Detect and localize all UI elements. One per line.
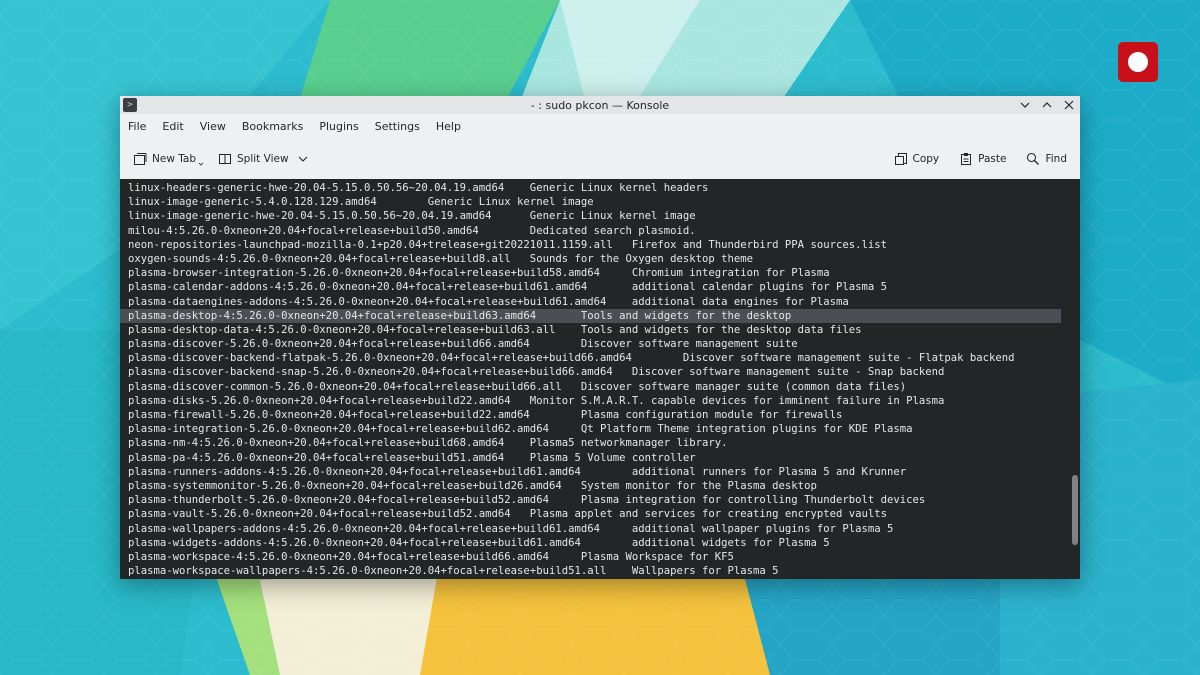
split-view-button[interactable]: Split View [213,149,313,169]
terminal-line: plasma-runners-addons-4:5.26.0-0xneon+20… [128,465,907,478]
split-view-label: Split View [237,153,289,165]
terminal-line: plasma-browser-integration-5.26.0-0xneon… [128,267,830,280]
terminal-line: plasma-calendar-addons-4:5.26.0-0xneon+2… [128,281,887,294]
search-icon [1027,152,1040,165]
terminal-line: plasma-workspace-wallpapers-4:5.26.0-0xn… [128,565,779,578]
terminal-line: neon-repositories-launchpad-mozilla-0.1+… [128,238,887,251]
terminal-line: plasma-dataengines-addons-4:5.26.0-0xneo… [128,295,849,308]
chevron-down-icon [1020,102,1030,108]
find-label: Find [1045,153,1067,165]
paste-icon [961,153,972,165]
terminal-line: plasma-discover-backend-flatpak-5.26.0-0… [128,352,1015,365]
record-dot-icon [1128,52,1148,72]
copy-button[interactable]: Copy [889,149,945,169]
split-view-icon [219,154,232,164]
window-title: - : sudo pkcon — Konsole [530,98,670,112]
menu-bar: File Edit View Bookmarks Plugins Setting… [120,114,1080,139]
terminal-line: plasma-integration-5.26.0-0xneon+20.04+f… [128,423,913,436]
menu-plugins[interactable]: Plugins [313,117,364,136]
close-button[interactable] [1062,98,1076,112]
konsole-app-icon[interactable]: > [123,98,137,112]
dropdown-indicator-icon [198,162,204,166]
terminal-line: plasma-workspace-4:5.26.0-0xneon+20.04+f… [128,550,734,563]
terminal-line: plasma-disks-5.26.0-0xneon+20.04+focal+r… [128,394,945,407]
terminal-line: plasma-wallpapers-addons-4:5.26.0-0xneon… [128,522,894,535]
title-bar[interactable]: > - : sudo pkcon — Konsole [120,96,1080,114]
find-button[interactable]: Find [1021,149,1072,169]
menu-help[interactable]: Help [430,117,467,136]
minimize-button[interactable] [1018,98,1032,112]
paste-label: Paste [978,153,1007,165]
menu-settings[interactable]: Settings [369,117,426,136]
terminal-line: plasma-thunderbolt-5.26.0-0xneon+20.04+f… [128,494,926,507]
screen-record-button[interactable] [1118,42,1158,82]
chevron-down-icon [298,156,307,162]
new-tab-label: New Tab [152,153,197,165]
terminal-line: plasma-discover-common-5.26.0-0xneon+20.… [128,380,907,393]
menu-file[interactable]: File [122,117,152,136]
terminal-line: oxygen-sounds-4:5.26.0-0xneon+20.04+foca… [128,252,754,265]
copy-icon [894,153,907,165]
terminal-line: plasma-widgets-addons-4:5.26.0-0xneon+20… [128,536,830,549]
terminal-line: milou-4:5.26.0-0xneon+20.04+focal+releas… [128,224,696,237]
terminal-line: linux-headers-generic-hwe-20.04-5.15.0.5… [128,182,709,194]
maximize-button[interactable] [1040,98,1054,112]
terminal-line: plasma-systemmonitor-5.26.0-0xneon+20.04… [128,479,817,492]
terminal-line: linux-image-generic-5.4.0.128.129.amd64 … [128,196,594,209]
new-tab-icon [134,153,147,165]
terminal-line: plasma-desktop-data-4:5.26.0-0xneon+20.0… [128,323,862,336]
toolbar: New Tab Split View Copy Paste Find [120,139,1080,179]
terminal-output: linux-headers-generic-hwe-20.04-5.15.0.5… [120,181,1061,578]
toolbar-right-group: Copy Paste Find [889,139,1073,179]
terminal-scrollbar[interactable] [1072,475,1078,545]
terminal-line: plasma-firewall-5.26.0-0xneon+20.04+foca… [128,409,843,421]
terminal-view[interactable]: linux-headers-generic-hwe-20.04-5.15.0.5… [120,179,1080,579]
window-controls [1018,96,1076,114]
terminal-line: linux-image-generic-hwe-20.04-5.15.0.50.… [128,210,696,223]
chevron-up-icon [1042,102,1052,108]
konsole-window: > - : sudo pkcon — Konsole File Edit Vie… [120,96,1080,579]
paste-button[interactable]: Paste [954,149,1011,169]
menu-bookmarks[interactable]: Bookmarks [236,117,309,136]
terminal-line: plasma-vault-5.26.0-0xneon+20.04+focal+r… [128,508,887,521]
close-icon [1064,100,1074,110]
copy-label: Copy [912,153,940,165]
new-tab-button[interactable]: New Tab [128,148,209,170]
terminal-line: plasma-nm-4:5.26.0-0xneon+20.04+focal+re… [128,437,728,450]
terminal-line: plasma-pa-4:5.26.0-0xneon+20.04+focal+re… [128,451,696,464]
menu-edit[interactable]: Edit [156,117,189,136]
terminal-line: plasma-discover-5.26.0-0xneon+20.04+foca… [128,338,798,351]
terminal-line: plasma-desktop-4:5.26.0-0xneon+20.04+foc… [120,308,1061,323]
terminal-line: plasma-discover-backend-snap-5.26.0-0xne… [128,366,945,379]
menu-view[interactable]: View [194,117,232,136]
